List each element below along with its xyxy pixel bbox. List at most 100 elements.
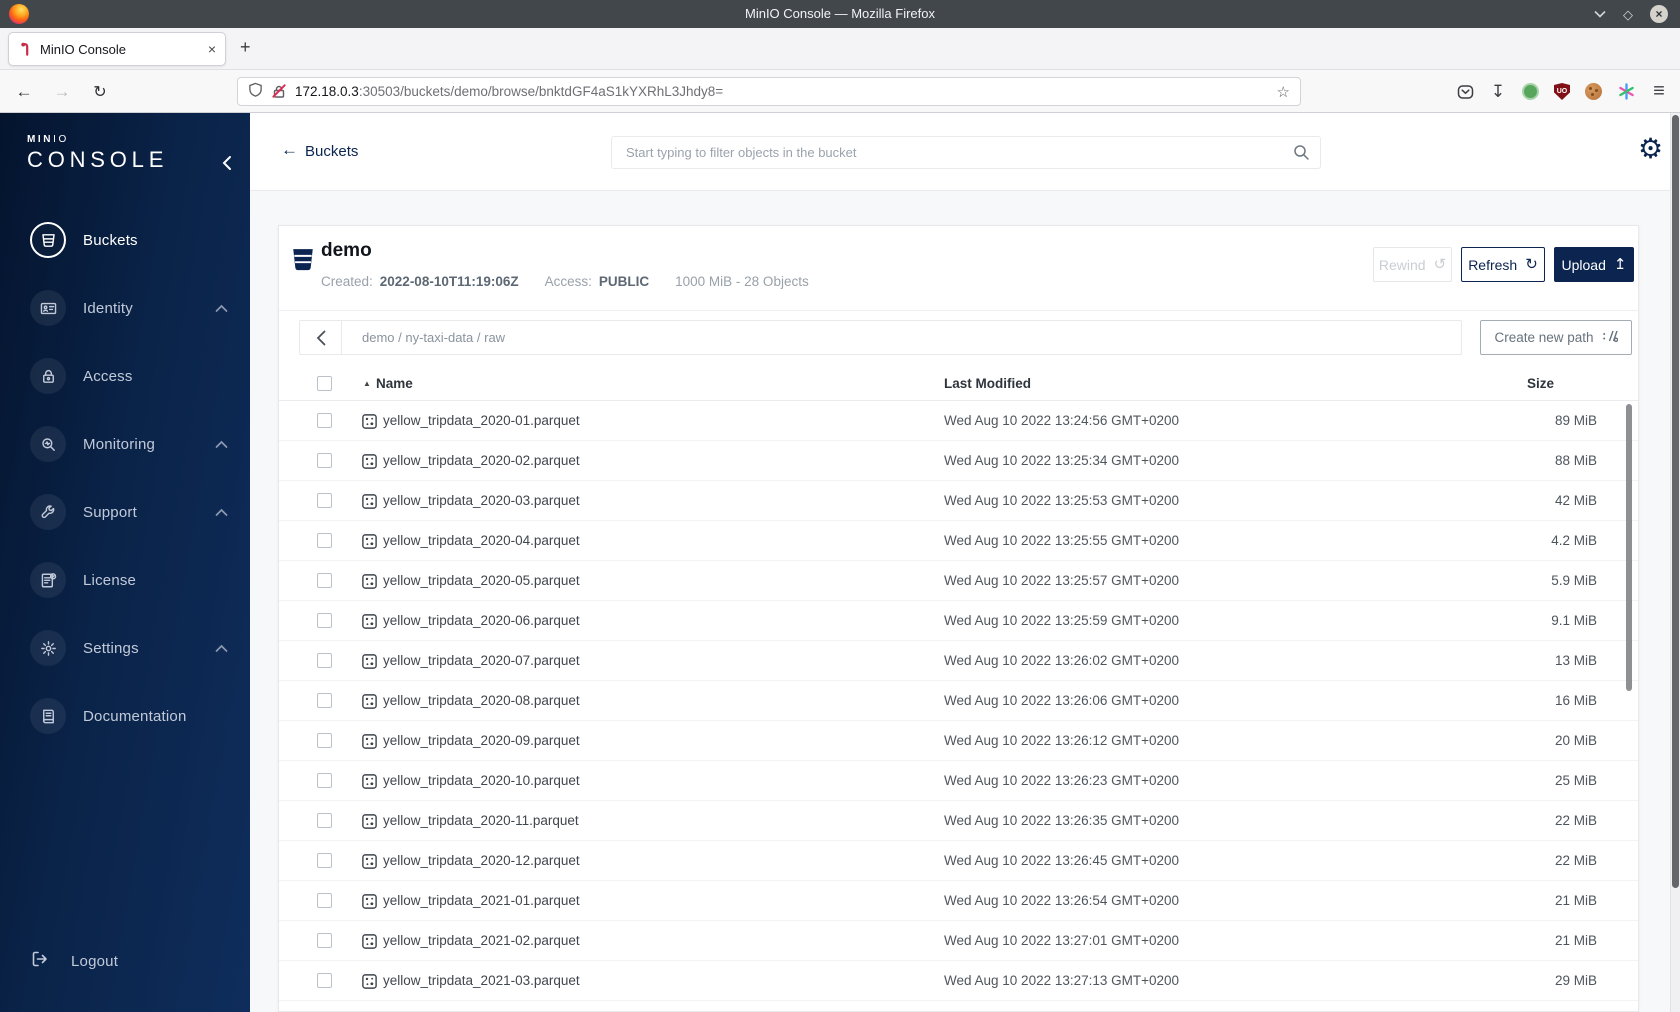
row-checkbox[interactable] [317,413,332,428]
table-row[interactable]: yellow_tripdata_2021-01.parquet Wed Aug … [279,881,1638,921]
row-checkbox[interactable] [317,533,332,548]
object-name[interactable]: yellow_tripdata_2020-06.parquet [383,601,580,640]
object-name[interactable]: yellow_tripdata_2020-02.parquet [383,441,580,480]
table-row[interactable]: yellow_tripdata_2020-07.parquet Wed Aug … [279,641,1638,681]
table-row[interactable]: yellow_tripdata_2020-10.parquet Wed Aug … [279,761,1638,801]
row-checkbox[interactable] [317,813,332,828]
sidebar-collapse-icon[interactable] [221,155,232,176]
downloads-icon[interactable]: ↧ [1489,82,1507,101]
chevron-up-icon[interactable] [215,644,228,653]
object-name[interactable]: yellow_tripdata_2021-01.parquet [383,881,580,920]
firefox-logo-icon [9,4,29,24]
object-name[interactable]: yellow_tripdata_2020-10.parquet [383,761,580,800]
upload-button[interactable]: Upload ↥ [1554,247,1634,282]
insecure-lock-icon[interactable] [271,83,287,99]
chevron-up-icon[interactable] [215,508,228,517]
row-checkbox[interactable] [317,933,332,948]
table-row[interactable]: yellow_tripdata_2020-12.parquet Wed Aug … [279,841,1638,881]
object-name[interactable]: yellow_tripdata_2021-03.parquet [383,961,580,1000]
table-row[interactable]: yellow_tripdata_2020-08.parquet Wed Aug … [279,681,1638,721]
table-row[interactable]: yellow_tripdata_2020-05.parquet Wed Aug … [279,561,1638,601]
create-new-path-button[interactable]: Create new path [1480,320,1632,355]
tab-close-icon[interactable]: × [208,41,216,57]
object-name[interactable]: yellow_tripdata_2020-01.parquet [383,401,580,440]
row-checkbox[interactable] [317,653,332,668]
table-row[interactable]: yellow_tripdata_2020-01.parquet Wed Aug … [279,401,1638,441]
row-checkbox[interactable] [317,453,332,468]
row-checkbox[interactable] [317,693,332,708]
new-tab-button[interactable]: + [240,37,251,58]
sidebar-item-logout[interactable]: Logout [30,942,118,980]
table-row[interactable]: yellow_tripdata_2020-11.parquet Wed Aug … [279,801,1638,841]
pocket-icon[interactable] [1456,83,1474,101]
table-scrollbar-thumb[interactable] [1626,404,1632,691]
sidebar-item-monitoring[interactable]: Monitoring [0,410,250,478]
chevron-up-icon[interactable] [215,440,228,449]
file-icon [361,893,378,910]
tracking-shield-icon[interactable] [248,82,263,101]
table-row[interactable]: yellow_tripdata_2020-06.parquet Wed Aug … [279,601,1638,641]
window-minimize-icon[interactable] [1594,10,1606,18]
url-text[interactable]: 172.18.0.3:30503/buckets/demo/browse/bnk… [295,84,723,99]
select-all-checkbox[interactable] [317,376,332,391]
search-input[interactable] [611,136,1321,169]
refresh-button[interactable]: Refresh ↻ [1461,247,1545,282]
sidebar-item-identity[interactable]: Identity [0,274,250,342]
table-row[interactable]: yellow_tripdata_2020-02.parquet Wed Aug … [279,441,1638,481]
row-checkbox[interactable] [317,493,332,508]
row-checkbox[interactable] [317,573,332,588]
table-row[interactable]: yellow_tripdata_2020-09.parquet Wed Aug … [279,721,1638,761]
row-checkbox[interactable] [317,773,332,788]
row-checkbox[interactable] [317,733,332,748]
row-checkbox[interactable] [317,853,332,868]
browser-forward-icon[interactable]: → [48,70,76,113]
window-close-icon[interactable]: × [1650,5,1668,23]
container-asterisk-icon[interactable] [1617,83,1635,101]
row-checkbox[interactable] [317,893,332,908]
object-name[interactable]: yellow_tripdata_2020-08.parquet [383,681,580,720]
object-name[interactable]: yellow_tripdata_2020-07.parquet [383,641,580,680]
table-row[interactable]: yellow_tripdata_2020-03.parquet Wed Aug … [279,481,1638,521]
row-checkbox[interactable] [317,613,332,628]
hamburger-menu-icon[interactable]: ≡ [1650,80,1668,102]
object-name[interactable]: yellow_tripdata_2020-04.parquet [383,521,580,560]
sidebar-item-buckets[interactable]: Buckets [0,206,250,274]
sort-asc-icon[interactable]: ▲ [363,379,371,388]
settings-gear-icon[interactable]: ⚙ [1638,135,1663,163]
sidebar-item-license[interactable]: License [0,546,250,614]
object-name[interactable]: yellow_tripdata_2020-11.parquet [383,801,579,840]
browser-back-icon[interactable]: ← [10,70,38,113]
object-name[interactable]: yellow_tripdata_2021-02.parquet [383,921,580,960]
table-row[interactable]: yellow_tripdata_2020-04.parquet Wed Aug … [279,521,1638,561]
object-name[interactable]: yellow_tripdata_2020-05.parquet [383,561,580,600]
back-arrow-icon[interactable]: ← [281,140,298,160]
chevron-up-icon[interactable] [215,304,228,313]
browser-reload-icon[interactable]: ↻ [86,70,114,113]
object-name[interactable]: yellow_tripdata_2020-09.parquet [383,721,580,760]
url-bar[interactable]: 172.18.0.3:30503/buckets/demo/browse/bnk… [237,77,1301,106]
window-maximize-icon[interactable]: ◇ [1623,8,1633,21]
sidebar-item-settings[interactable]: Settings [0,614,250,682]
window-titlebar: MinIO Console — Mozilla Firefox ◇ × [0,0,1680,28]
table-row[interactable]: yellow_tripdata_2021-02.parquet Wed Aug … [279,921,1638,961]
object-name[interactable]: yellow_tripdata_2020-03.parquet [383,481,580,520]
cookie-extension-icon[interactable] [1585,83,1602,100]
page-title[interactable]: Buckets [305,143,358,160]
bookmark-star-icon[interactable]: ☆ [1277,83,1290,101]
sidebar-item-documentation[interactable]: Documentation [0,682,250,750]
column-header-name[interactable]: Name [376,367,413,400]
row-checkbox[interactable] [317,973,332,988]
page-scrollbar[interactable] [1670,113,1680,1012]
object-name[interactable]: yellow_tripdata_2020-12.parquet [383,841,580,880]
extension-green-icon[interactable] [1522,83,1539,100]
page-scrollbar-thumb[interactable] [1672,115,1679,888]
access-icon [30,358,66,394]
browser-tab[interactable]: MinIO Console × [8,32,226,66]
breadcrumb[interactable]: demo / ny-taxi-data / raw [362,330,505,345]
sidebar-item-access[interactable]: Access [0,342,250,410]
rewind-button[interactable]: Rewind ↺ [1373,247,1452,282]
path-back-icon[interactable] [300,321,342,354]
sidebar-item-support[interactable]: Support [0,478,250,546]
ublock-shield-icon[interactable]: UO [1554,83,1570,100]
table-row[interactable]: yellow_tripdata_2021-03.parquet Wed Aug … [279,961,1638,1001]
